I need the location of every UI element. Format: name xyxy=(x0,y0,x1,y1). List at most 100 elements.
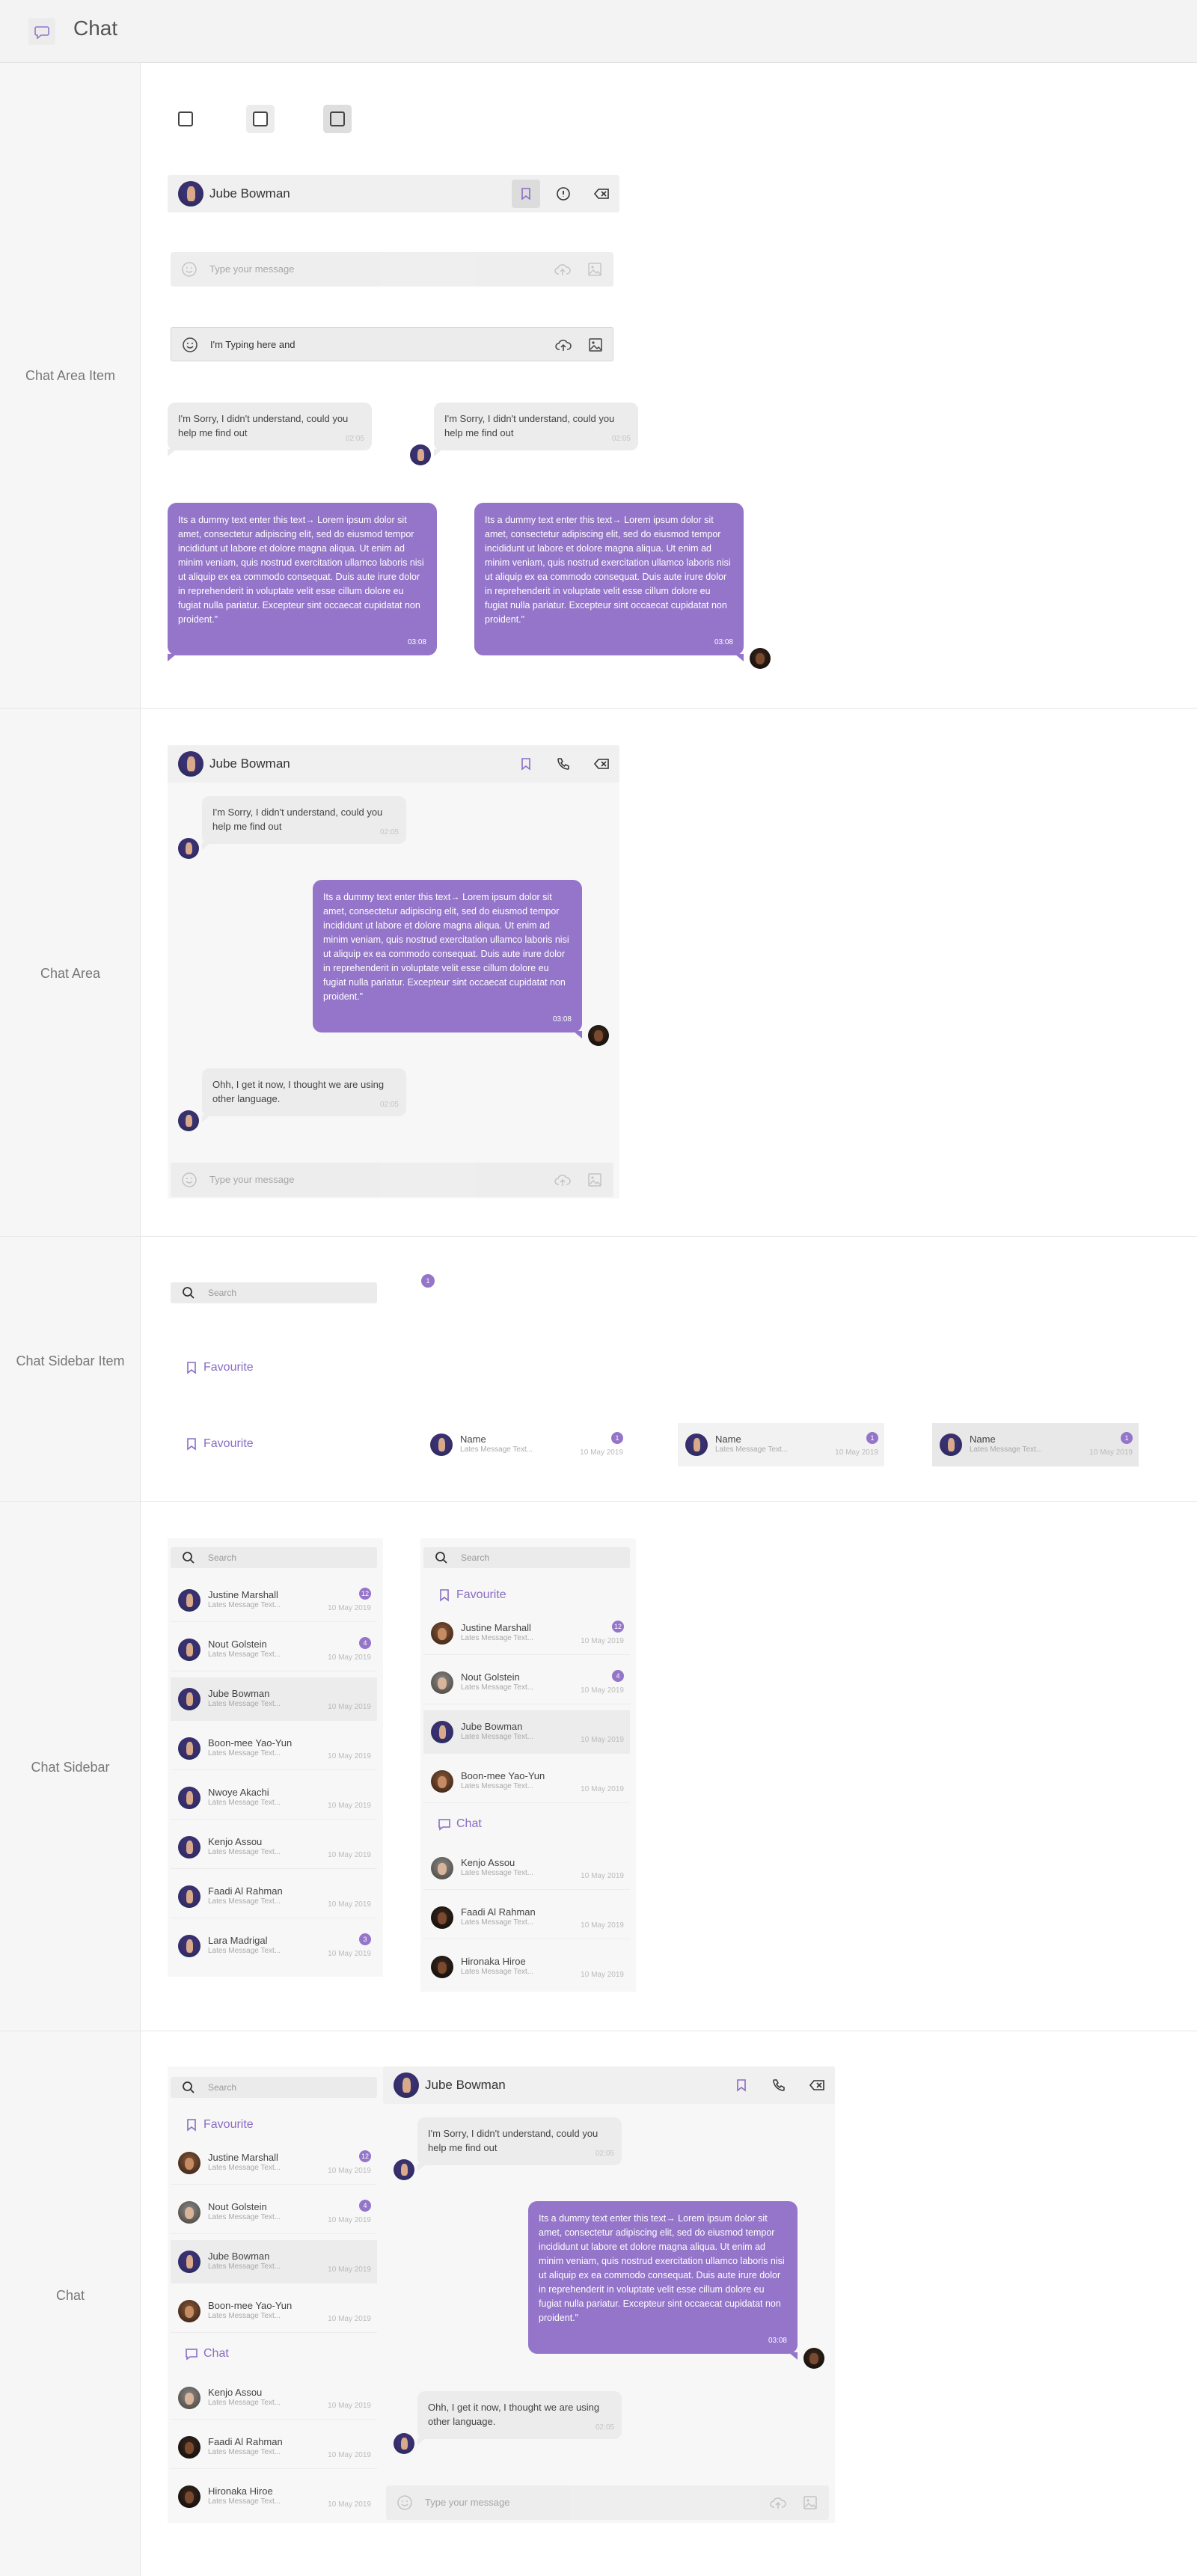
search-input[interactable]: Search xyxy=(461,1552,489,1563)
list-item[interactable]: Nout Golstein Lates Message Text... 10 M… xyxy=(171,1628,377,1671)
bookmark-icon xyxy=(521,188,530,201)
contact-name: Lara Madrigal xyxy=(208,1935,268,1946)
message-composer[interactable]: Type your message xyxy=(171,252,613,287)
last-message: Lates Message Text... xyxy=(461,1782,534,1790)
message-time: 03:08 xyxy=(768,2337,787,2345)
message-composer[interactable]: Type your message xyxy=(171,1163,613,1197)
chat-group-label: Chat xyxy=(456,1817,482,1830)
avatar xyxy=(394,2433,414,2454)
list-item-selected[interactable]: Jube Bowman Lates Message Text... 10 May… xyxy=(171,2240,377,2283)
call-button[interactable] xyxy=(549,750,578,778)
chat-header-group[interactable]: Chat xyxy=(184,2346,289,2363)
list-item[interactable]: Hironaka Hiroe Lates Message Text... 10 … xyxy=(423,1945,630,1989)
received-message: I'm Sorry, I didn't understand, could yo… xyxy=(168,403,372,456)
image-icon xyxy=(588,263,601,276)
list-item[interactable]: Faadi Al Rahman Lates Message Text... 10… xyxy=(423,1896,630,1939)
search-input[interactable]: Search xyxy=(208,1288,236,1298)
avatar[interactable] xyxy=(178,751,203,777)
avatar xyxy=(178,2251,200,2273)
avatar xyxy=(394,2159,414,2180)
bookmark-button[interactable] xyxy=(512,180,540,208)
message-input[interactable]: Type your message xyxy=(209,1174,294,1185)
last-message: Lates Message Text... xyxy=(460,1445,533,1454)
message-input[interactable]: Type your message xyxy=(209,263,294,275)
message-date: 10 May 2019 xyxy=(328,1802,371,1810)
message-composer-active[interactable]: I'm Typing here and xyxy=(171,327,613,361)
favourite-header[interactable]: Favourite xyxy=(437,1588,542,1604)
message-text: I'm Sorry, I didn't understand, could yo… xyxy=(178,413,349,438)
list-item[interactable]: Justine Marshall Lates Message Text... 1… xyxy=(171,2141,377,2185)
square-button-default[interactable] xyxy=(178,111,193,126)
list-item[interactable]: Justine Marshall Lates Message Text... 1… xyxy=(171,1579,377,1622)
message-input-typed[interactable]: I'm Typing here and xyxy=(210,339,296,350)
last-message: Lates Message Text... xyxy=(208,2213,281,2221)
sent-message: Its a dummy text enter this text→ Lorem … xyxy=(168,503,437,661)
avatar xyxy=(431,1671,453,1694)
last-message: Lates Message Text... xyxy=(970,1445,1043,1454)
received-message: I'm Sorry, I didn't understand, could yo… xyxy=(417,2117,622,2171)
call-button[interactable] xyxy=(765,2071,793,2099)
list-item-selected[interactable]: Jube Bowman Lates Message Text... 10 May… xyxy=(171,1677,377,1721)
unread-badge: 4 xyxy=(612,1670,624,1682)
contact-name: Kenjo Assou xyxy=(208,2387,263,2398)
search-input[interactable]: Search xyxy=(208,2082,236,2093)
list-item[interactable]: Faadi Al Rahman Lates Message Text... 10… xyxy=(171,2426,377,2469)
chat-header-group[interactable]: Chat xyxy=(437,1817,542,1833)
favourite-header[interactable]: Favourite xyxy=(184,1360,289,1377)
contact-name: Name xyxy=(970,1434,996,1445)
search-input[interactable]: Search xyxy=(208,1552,236,1563)
search-field[interactable]: Search xyxy=(423,1547,630,1568)
list-item[interactable]: Hironaka Hiroe Lates Message Text... 10 … xyxy=(171,2475,377,2518)
contact-name: Jube Bowman xyxy=(425,2078,506,2092)
favourite-label: Favourite xyxy=(203,1437,254,1450)
message-composer[interactable]: Type your message xyxy=(386,2485,829,2520)
message-date: 10 May 2019 xyxy=(581,1637,624,1645)
bookmark-button[interactable] xyxy=(727,2071,756,2099)
message-input[interactable]: Type your message xyxy=(425,2497,509,2508)
list-item[interactable]: Name Lates Message Text... 10 May 2019 1 xyxy=(423,1423,629,1466)
contact-name: Kenjo Assou xyxy=(208,1836,263,1847)
close-chat-button[interactable] xyxy=(587,180,615,208)
info-button[interactable] xyxy=(549,180,578,208)
favourite-header[interactable]: Favourite xyxy=(184,1437,289,1453)
list-item[interactable]: Kenjo Assou Lates Message Text... 10 May… xyxy=(423,1847,630,1890)
list-item[interactable]: Kenjo Assou Lates Message Text... 10 May… xyxy=(171,1826,377,1869)
list-item[interactable]: Boon-mee Yao-Yun Lates Message Text... 1… xyxy=(423,1760,630,1803)
search-field[interactable]: Search xyxy=(171,2077,377,2098)
avatar[interactable] xyxy=(394,2072,419,2098)
list-item[interactable]: Faadi Al Rahman Lates Message Text... 10… xyxy=(171,1875,377,1918)
list-item[interactable]: Boon-mee Yao-Yun Lates Message Text... 1… xyxy=(171,1727,377,1770)
close-chat-button[interactable] xyxy=(802,2071,830,2099)
avatar[interactable] xyxy=(178,181,203,206)
contact-name: Nwoye Akachi xyxy=(208,1787,269,1798)
list-item[interactable]: Name Lates Message Text... 10 May 2019 1 xyxy=(932,1423,1139,1466)
contact-name: Name xyxy=(715,1434,741,1445)
avatar xyxy=(430,1434,453,1456)
last-message: Lates Message Text... xyxy=(208,2263,281,2271)
close-chat-button[interactable] xyxy=(587,750,615,778)
last-message: Lates Message Text... xyxy=(208,1650,281,1659)
bookmark-icon xyxy=(737,2079,746,2092)
list-item[interactable]: Boon-mee Yao-Yun Lates Message Text... 1… xyxy=(171,2289,377,2333)
favourite-header[interactable]: Favourite xyxy=(184,2117,289,2134)
list-item-selected[interactable]: Jube Bowman Lates Message Text... 10 May… xyxy=(423,1710,630,1754)
backspace-icon xyxy=(809,2080,824,2090)
search-icon xyxy=(183,1552,195,1564)
list-item[interactable]: Kenjo Assou Lates Message Text... 10 May… xyxy=(171,2376,377,2420)
message-date: 10 May 2019 xyxy=(328,2315,371,2323)
list-item[interactable]: Nout Golstein Lates Message Text... 10 M… xyxy=(171,2191,377,2234)
list-item[interactable]: Nout Golstein Lates Message Text... 10 M… xyxy=(423,1661,630,1704)
contact-name: Jube Bowman xyxy=(209,186,290,201)
search-field[interactable]: Search xyxy=(171,1547,377,1568)
list-item[interactable]: Justine Marshall Lates Message Text... 1… xyxy=(423,1612,630,1655)
contact-name: Hironaka Hiroe xyxy=(208,2485,273,2497)
phone-icon xyxy=(773,2079,785,2091)
list-item[interactable]: Lara Madrigal Lates Message Text... 10 M… xyxy=(171,1924,377,1968)
message-date: 10 May 2019 xyxy=(581,1785,624,1793)
search-field[interactable]: Search xyxy=(171,1282,377,1303)
last-message: Lates Message Text... xyxy=(208,1601,281,1609)
message-time: 02:05 xyxy=(379,828,399,836)
bookmark-button[interactable] xyxy=(512,750,540,778)
list-item[interactable]: Name Lates Message Text... 10 May 2019 1 xyxy=(678,1423,884,1466)
list-item[interactable]: Nwoye Akachi Lates Message Text... 10 Ma… xyxy=(171,1776,377,1820)
